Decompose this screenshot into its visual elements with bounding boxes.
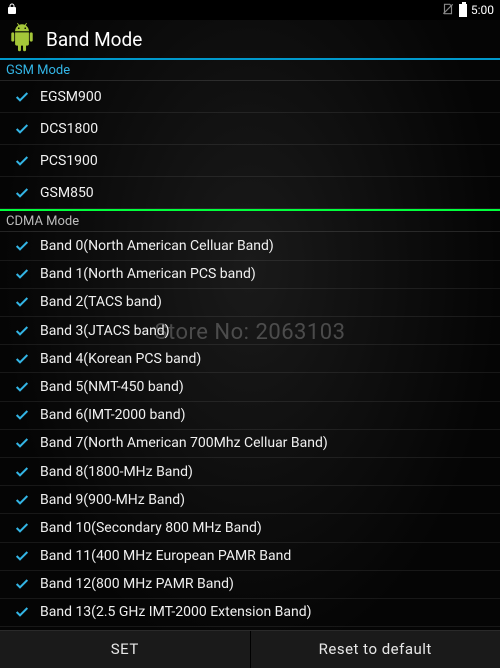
band-label: Band 1(North American PCS band) [40, 266, 256, 282]
checkmark-icon [14, 153, 30, 169]
band-row[interactable]: Band 9(900-MHz Band) [0, 486, 500, 514]
checkmark-icon [14, 323, 30, 339]
bottom-bar: SET Reset to default [0, 630, 500, 668]
checkmark-icon [14, 464, 30, 480]
content-scroll[interactable]: GSM Mode EGSM900 DCS1800 PCS1900 GSM850 CDM… [0, 60, 500, 629]
band-label: Band 7(North American 700Mhz Celluar Ban… [40, 435, 328, 451]
band-label: Band 4(Korean PCS band) [40, 351, 201, 367]
band-row[interactable]: Band 7(North American 700Mhz Celluar Ban… [0, 430, 500, 458]
reset-button[interactable]: Reset to default [251, 631, 500, 668]
band-label: Band 8(1800-MHz Band) [40, 464, 193, 480]
band-label: Band 2(TACS band) [40, 294, 162, 310]
checkmark-icon [14, 351, 30, 367]
set-button[interactable]: SET [0, 631, 251, 668]
checkmark-icon [14, 604, 30, 620]
band-row[interactable]: Band 8(1800-MHz Band) [0, 458, 500, 486]
band-row[interactable]: GSM850 [0, 177, 500, 209]
action-bar: Band Mode [0, 20, 500, 60]
checkmark-icon [14, 89, 30, 105]
band-row[interactable]: Band 6(IMT-2000 band) [0, 402, 500, 430]
band-label: Band 12(800 MHz PAMR Band) [40, 576, 234, 592]
checkmark-icon [14, 266, 30, 282]
checkmark-icon [14, 121, 30, 137]
checkmark-icon [14, 379, 30, 395]
battery-icon [459, 4, 467, 17]
band-label: Band 9(900-MHz Band) [40, 492, 185, 508]
band-row[interactable]: Band 11(400 MHz European PAMR Band [0, 543, 500, 571]
android-icon [8, 22, 36, 56]
band-row[interactable]: Band 0(North American Celluar Band) [0, 232, 500, 260]
band-row[interactable]: Band 13(2.5 GHz IMT-2000 Extension Band) [0, 599, 500, 627]
band-label: Band 13(2.5 GHz IMT-2000 Extension Band) [40, 604, 312, 620]
band-label: PCS1900 [40, 153, 98, 169]
band-row[interactable]: EGSM900 [0, 81, 500, 113]
no-sdcard-icon [441, 2, 455, 19]
band-row[interactable]: Band 10(Secondary 800 MHz Band) [0, 514, 500, 542]
band-row[interactable]: PCS1900 [0, 145, 500, 177]
clock: 5:00 [471, 3, 494, 17]
band-row[interactable]: Band 5(NMT-450 band) [0, 373, 500, 401]
checkmark-icon [14, 294, 30, 310]
band-label: Band 11(400 MHz European PAMR Band [40, 548, 291, 564]
checkmark-icon [14, 238, 30, 254]
band-label: Band 0(North American Celluar Band) [40, 238, 274, 254]
checkmark-icon [14, 576, 30, 592]
checkmark-icon [14, 548, 30, 564]
page-title: Band Mode [46, 28, 142, 51]
gsm-section-header: GSM Mode [0, 60, 500, 81]
checkmark-icon [14, 435, 30, 451]
band-row[interactable]: DCS1800 [0, 113, 500, 145]
checkmark-icon [14, 407, 30, 423]
checkmark-icon [14, 492, 30, 508]
band-label: EGSM900 [40, 89, 102, 105]
lock-icon [6, 3, 18, 18]
status-bar: 5:00 [0, 0, 500, 20]
band-label: Band 6(IMT-2000 band) [40, 407, 186, 423]
band-label: Band 10(Secondary 800 MHz Band) [40, 520, 262, 536]
band-row[interactable]: Band 4(Korean PCS band) [0, 345, 500, 373]
band-label: DCS1800 [40, 121, 98, 137]
band-label: Band 5(NMT-450 band) [40, 379, 184, 395]
band-row[interactable]: Band 3(JTACS band) [0, 317, 500, 345]
checkmark-icon [14, 520, 30, 536]
checkmark-icon [14, 185, 30, 201]
band-row[interactable]: Band 2(TACS band) [0, 289, 500, 317]
band-label: Band 3(JTACS band) [40, 323, 170, 339]
band-label: GSM850 [40, 185, 94, 201]
band-row[interactable]: Band 1(North American PCS band) [0, 261, 500, 289]
cdma-section-header: CDMA Mode [0, 211, 500, 232]
band-row[interactable]: Band 12(800 MHz PAMR Band) [0, 571, 500, 599]
